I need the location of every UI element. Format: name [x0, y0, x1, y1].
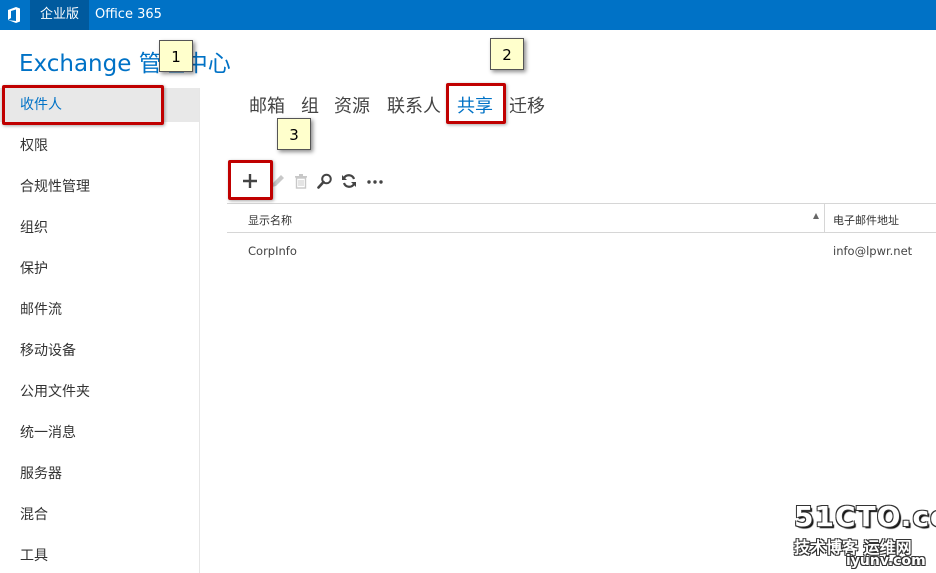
- sidebar-item-tools[interactable]: 工具: [0, 539, 199, 573]
- sidebar-item-permissions[interactable]: 权限: [0, 129, 199, 163]
- annotation-box-add: [228, 160, 273, 200]
- annotation-label-2: 2: [490, 38, 524, 70]
- column-header-display-name[interactable]: 显示名称: [248, 212, 292, 228]
- sidebar-item-mail-flow[interactable]: 邮件流: [0, 293, 199, 327]
- sidebar-item-protection[interactable]: 保护: [0, 252, 199, 286]
- sidebar: 收件人 权限 合规性管理 组织 保护 邮件流 移动设备 公用文件夹 统一消息 服…: [0, 88, 200, 573]
- edition-tab[interactable]: 企业版: [30, 0, 90, 30]
- more-icon[interactable]: [365, 171, 385, 191]
- delete-icon[interactable]: [291, 171, 311, 191]
- annotation-label-1: 1: [159, 40, 193, 72]
- sidebar-item-public-folders[interactable]: 公用文件夹: [0, 375, 199, 409]
- tab-resources[interactable]: 资源: [334, 92, 370, 118]
- cell-display-name: CorpInfo: [248, 244, 297, 258]
- watermark-line-3: iyunv.com: [846, 553, 926, 569]
- office365-link[interactable]: Office 365: [95, 0, 162, 30]
- annotation-label-3: 3: [277, 118, 311, 150]
- tab-migration[interactable]: 迁移: [509, 92, 545, 118]
- sidebar-item-compliance[interactable]: 合规性管理: [0, 170, 199, 204]
- sidebar-item-servers[interactable]: 服务器: [0, 457, 199, 491]
- cell-email-address: info@lpwr.net: [833, 244, 913, 258]
- sort-ascending-icon[interactable]: [813, 213, 819, 219]
- tab-contacts[interactable]: 联系人: [387, 92, 441, 118]
- annotation-box-shared: [446, 83, 506, 124]
- sidebar-item-hybrid[interactable]: 混合: [0, 498, 199, 532]
- watermark-line-1: 51CTO.com: [794, 500, 936, 533]
- search-icon[interactable]: [315, 171, 335, 191]
- annotation-box-recipients: [2, 85, 164, 125]
- watermark: 51CTO.com 技术博客 运维网 iyunv.com: [790, 500, 936, 573]
- tab-mailboxes[interactable]: 邮箱: [249, 92, 285, 118]
- column-divider[interactable]: [824, 204, 825, 232]
- table-row[interactable]: CorpInfo info@lpwr.net: [227, 236, 936, 266]
- grid-header: 显示名称 电子邮件地址: [227, 203, 936, 233]
- refresh-icon[interactable]: [339, 171, 359, 191]
- tab-groups[interactable]: 组: [301, 92, 319, 118]
- sidebar-item-unified-messaging[interactable]: 统一消息: [0, 416, 199, 450]
- sidebar-item-mobile[interactable]: 移动设备: [0, 334, 199, 368]
- column-header-email[interactable]: 电子邮件地址: [833, 212, 899, 228]
- page-title: Exchange 管理中心: [19, 51, 231, 77]
- top-bar: 企业版 Office 365: [0, 0, 936, 30]
- office-logo-icon[interactable]: [7, 7, 21, 23]
- sidebar-item-organization[interactable]: 组织: [0, 211, 199, 245]
